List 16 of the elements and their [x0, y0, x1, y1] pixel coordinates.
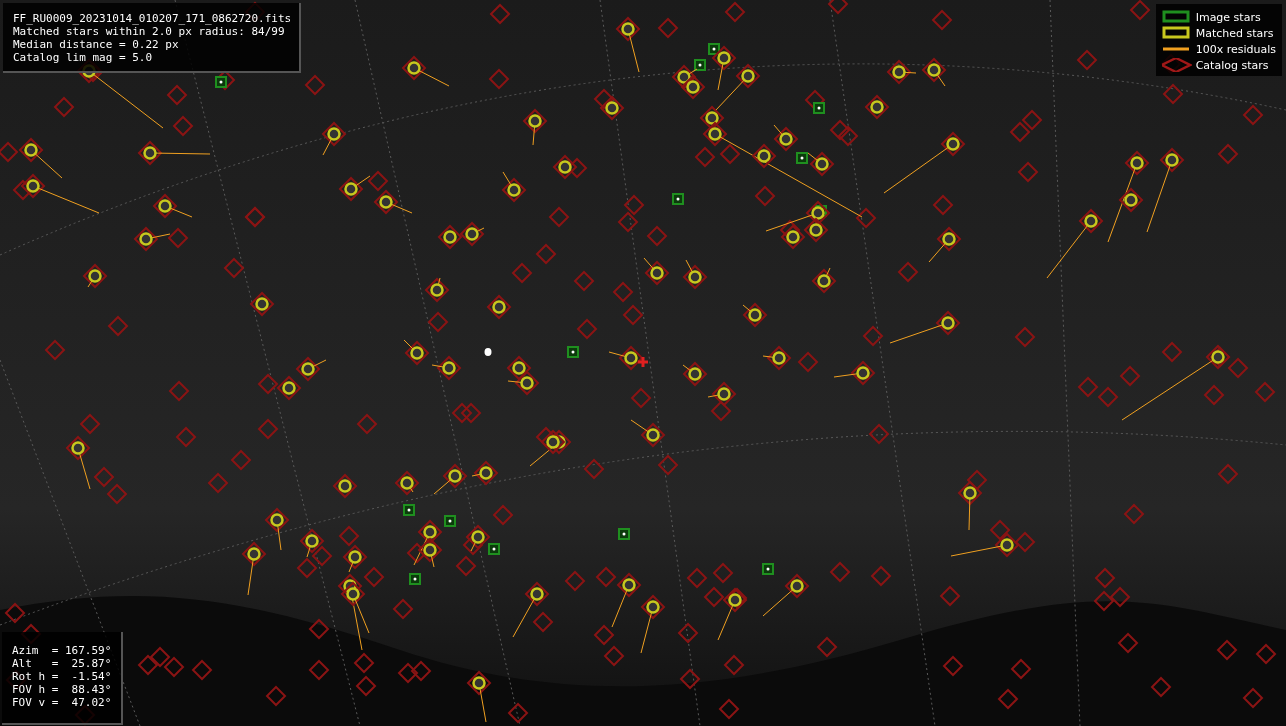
pointing-text: Alt = 25.87°	[12, 657, 112, 670]
pointing-text: FOV v = 47.02°	[12, 696, 112, 709]
info-text: Median distance = 0.22 px	[13, 38, 180, 51]
diamond-icon	[1161, 58, 1192, 72]
pointing-text: FOV h = 88.43°	[12, 683, 112, 696]
info-text: FF_RU0009_20231014_010207_171_0862720.fits	[13, 12, 292, 25]
pointing-text: Rot h = -1.54°	[12, 670, 112, 683]
legend-label: Image stars	[1195, 10, 1261, 24]
legend-label: 100x residuals	[1195, 42, 1276, 56]
matched-star-box-icon	[1161, 26, 1192, 40]
image-star-box-icon	[1161, 10, 1192, 24]
info-text: Matched stars within 2.0 px radius: 84/99	[13, 25, 286, 38]
pointing-text: Azim = 167.59°	[12, 644, 112, 657]
legend-label: Matched stars	[1195, 26, 1274, 40]
info-text: Catalog lim mag = 5.0	[13, 51, 154, 64]
legend-label: Catalog stars	[1195, 58, 1269, 72]
